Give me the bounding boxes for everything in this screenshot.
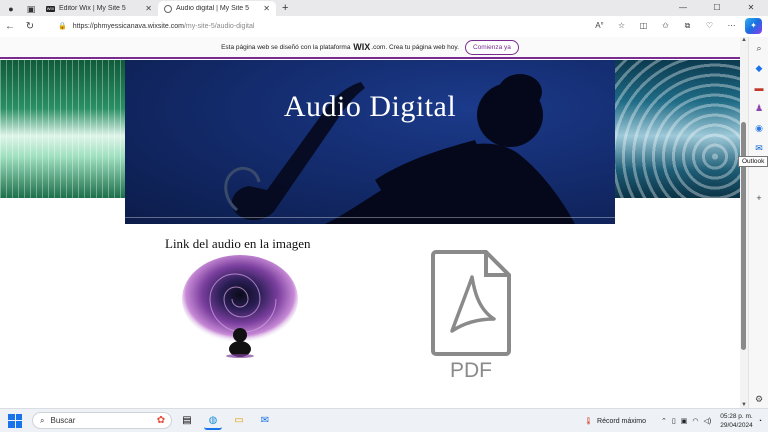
search-icon: ⌕ [40, 415, 45, 425]
search-highlight-icon[interactable]: ✿ [152, 412, 170, 430]
windows-taskbar: ⌕ Buscar ✿ ▤ ◍ ▭ ✉ 🌡 Récord máximo ⌃ ▯ ▣… [0, 408, 768, 432]
start-now-button[interactable]: Comienza ya [464, 39, 519, 55]
browser-essentials-icon[interactable]: ♡ [701, 18, 718, 34]
read-aloud-icon[interactable]: A° [591, 18, 608, 34]
address-toolbar: ← ↻ 🔒 https://phmyessicanava.wixsite.com… [0, 16, 768, 36]
windows-start-icon[interactable] [8, 413, 22, 428]
toolbar-icons: A° ☆ ◫ ✩ ⧉ ♡ ⋯ ✦ [591, 18, 762, 34]
tab-editor-wix[interactable]: WIX Editor Wix | My Site 5 ✕ [40, 1, 158, 16]
page-content: Audio Digital Link del audio en la image… [0, 60, 740, 408]
wix-icon: WIX [46, 5, 55, 12]
outlook-icon[interactable]: ✉ [752, 141, 766, 155]
banner-text: Esta página web se diseñó con la platafo… [221, 43, 351, 51]
hero-banner: Audio Digital [125, 60, 615, 224]
window-controls: — ☐ ✕ [666, 0, 768, 16]
add-icon[interactable]: + [752, 191, 766, 205]
favorite-star-icon[interactable]: ☆ [613, 18, 630, 34]
audio-link-image[interactable] [180, 253, 300, 358]
tag-icon[interactable]: ◆ [752, 61, 766, 75]
search-icon[interactable]: ⌕ [752, 41, 766, 55]
pdf-file-icon[interactable] [430, 249, 512, 357]
copilot-icon[interactable]: ✦ [745, 18, 762, 34]
wifi-icon[interactable]: ◠ [692, 417, 698, 425]
tab-title: Editor Wix | My Site 5 [59, 5, 126, 12]
office-icon[interactable]: ◉ [752, 121, 766, 135]
clock[interactable]: 05:28 p. m. 29/04/2024 [720, 412, 753, 430]
notifications-icon[interactable]: ◔ [758, 418, 762, 425]
system-tray: 🌡 Récord máximo ⌃ ▯ ▣ ◠ ◁) 05:28 p. m. 2… [584, 409, 762, 432]
phone-icon[interactable]: ▯ [672, 417, 676, 425]
tab-actions-icon[interactable]: ▣ [24, 2, 38, 16]
wix-promo-banner: Esta página web se diseñó con la platafo… [0, 37, 740, 59]
refresh-icon[interactable]: ↻ [20, 21, 40, 32]
page-scrollbar[interactable]: ▲ ▼ [740, 37, 748, 408]
settings-gear-icon[interactable]: ⚙ [752, 392, 766, 406]
blue-vinyl-image [615, 60, 740, 198]
search-placeholder: Buscar [50, 416, 76, 425]
globe-icon [164, 4, 172, 13]
toolbox-icon[interactable]: ▬ [752, 81, 766, 95]
tab-strip: ● ▣ WIX Editor Wix | My Site 5 ✕ Audio d… [0, 0, 768, 16]
tray-chevron-icon[interactable]: ⌃ [661, 417, 667, 425]
tab-title: Audio digital | My Site 5 [176, 5, 250, 12]
wix-logo: WIX [353, 42, 371, 52]
camera-icon[interactable]: ▣ [681, 417, 688, 425]
lock-icon[interactable]: 🔒 [58, 22, 67, 30]
edge-browser-icon[interactable]: ◍ [204, 412, 222, 430]
edge-sidebar: ⌕ ◆ ▬ ♟ ◉ ✉ + ⚙ [748, 37, 768, 408]
url-path: /my-site-5/audio-digital [183, 22, 255, 30]
favorites-icon[interactable]: ✩ [657, 18, 674, 34]
date: 29/04/2024 [720, 422, 753, 429]
games-icon[interactable]: ♟ [752, 101, 766, 115]
banner-text-after: .com. Crea tu página web hoy. [371, 43, 459, 51]
screen: ● ▣ WIX Editor Wix | My Site 5 ✕ Audio d… [0, 0, 768, 432]
new-tab-button[interactable]: + [282, 1, 288, 16]
file-explorer-icon[interactable]: ▭ [230, 412, 248, 430]
task-view-icon[interactable]: ▤ [178, 412, 196, 430]
collections-icon[interactable]: ⧉ [679, 18, 696, 34]
split-screen-icon[interactable]: ◫ [635, 18, 652, 34]
speaker-icon[interactable]: ◁) [704, 417, 712, 425]
close-window-button[interactable]: ✕ [734, 0, 768, 16]
profile-icon[interactable]: ● [4, 2, 18, 16]
address-field[interactable]: 🔒 https://phmyessicanava.wixsite.com/my-… [58, 18, 628, 34]
record-widget[interactable]: 🌡 Récord máximo [584, 417, 647, 426]
url-domain: https://phmyessicanava.wixsite.com [72, 22, 184, 30]
green-soundwave-image [0, 60, 125, 198]
tab-audio-digital[interactable]: Audio digital | My Site 5 ✕ [158, 1, 276, 16]
record-label: Récord máximo [597, 417, 647, 425]
divider [125, 217, 615, 218]
link-caption: Link del audio en la imagen [165, 236, 311, 251]
outlook-tooltip: Outlook [738, 156, 768, 167]
taskbar-search[interactable]: ⌕ Buscar [32, 412, 172, 429]
maximize-button[interactable]: ☐ [700, 0, 734, 16]
close-tab-icon[interactable]: ✕ [263, 4, 270, 13]
saxophonist-silhouette [224, 74, 575, 224]
time: 05:28 p. m. [720, 413, 753, 420]
more-options-icon[interactable]: ⋯ [723, 18, 740, 34]
scroll-up-icon[interactable]: ▲ [740, 37, 748, 43]
mail-icon[interactable]: ✉ [256, 412, 274, 430]
pdf-label[interactable]: PDF [430, 359, 512, 383]
back-icon[interactable]: ← [0, 21, 20, 32]
minimize-button[interactable]: — [666, 0, 700, 16]
page-title: Audio Digital [283, 90, 457, 123]
thermometer-icon: 🌡 [584, 418, 594, 425]
close-tab-icon[interactable]: ✕ [145, 4, 152, 13]
